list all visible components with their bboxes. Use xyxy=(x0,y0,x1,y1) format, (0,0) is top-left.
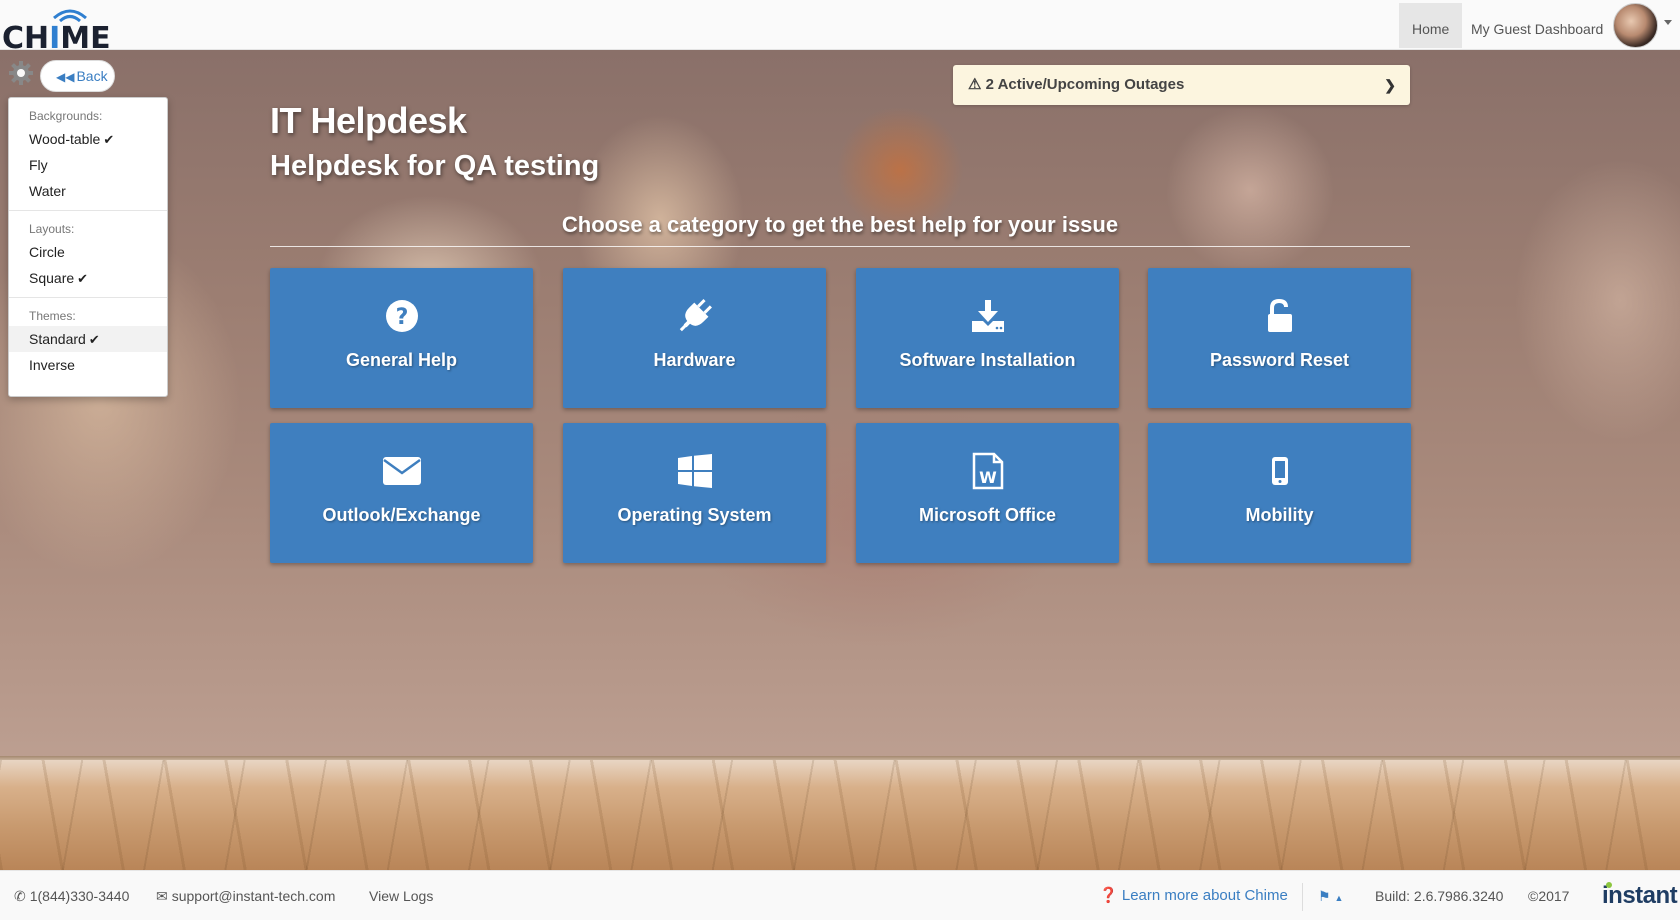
settings-dropdown-menu: Backgrounds: Wood-table ✔ Fly Water Layou… xyxy=(8,97,168,397)
tile-microsoft-office[interactable]: W Microsoft Office xyxy=(856,423,1119,563)
menu-item-circle[interactable]: Circle xyxy=(9,239,167,265)
tile-label: Hardware xyxy=(653,350,736,370)
mobile-phone-icon xyxy=(1271,457,1288,485)
caret-up-icon: ▲ xyxy=(1334,893,1344,903)
svg-text:W: W xyxy=(979,468,997,487)
copyright: ©2017 xyxy=(1528,888,1570,904)
menu-item-fly[interactable]: Fly xyxy=(9,152,167,178)
checkmark-icon: ✔ xyxy=(88,332,100,347)
backward-icon: ◀◀ xyxy=(56,70,75,84)
checkmark-icon: ✔ xyxy=(77,271,89,286)
tile-hardware[interactable]: Hardware xyxy=(563,268,826,408)
footer-divider xyxy=(1302,883,1303,911)
question-circle-icon: ? xyxy=(385,300,418,332)
download-icon xyxy=(971,300,1004,332)
tile-label: Software Installation xyxy=(899,350,1076,370)
windows-icon xyxy=(677,454,712,488)
menu-item-inverse[interactable]: Inverse xyxy=(9,352,167,378)
outages-banner[interactable]: ⚠ 2 Active/Upcoming Outages ❯ xyxy=(953,65,1410,105)
tile-operating-system[interactable]: Operating System xyxy=(563,423,826,563)
footer: ✆ 1(844)330-3440 ✉ support@instant-tech.co… xyxy=(0,870,1680,920)
warning-icon: ⚠ xyxy=(968,76,982,93)
chime-logo[interactable]: CHIME xyxy=(2,6,111,56)
build-version: Build: 2.6.7986.3240 xyxy=(1375,888,1504,904)
menu-divider xyxy=(9,297,167,298)
envelope-icon xyxy=(382,457,421,485)
footer-phone: ✆ 1(844)330-3440 xyxy=(14,888,130,904)
tile-label: Password Reset xyxy=(1209,350,1350,370)
tile-label: General Help xyxy=(345,350,458,370)
menu-item-wood-table[interactable]: Wood-table ✔ xyxy=(9,126,167,152)
menu-divider xyxy=(9,210,167,211)
nav-home[interactable]: Home xyxy=(1399,3,1463,48)
svg-text:?: ? xyxy=(395,305,408,330)
plug-icon xyxy=(679,299,712,332)
top-navbar: CHIME Home My Guest Dashboard xyxy=(0,0,1680,56)
tile-label: Operating System xyxy=(617,505,772,525)
backgrounds-header: Backgrounds: xyxy=(29,109,103,123)
question-circle-icon: ❓ xyxy=(1099,887,1118,904)
flag-icon: ⚑ xyxy=(1318,888,1331,904)
themes-header: Themes: xyxy=(29,309,76,323)
tile-label: Outlook/Exchange xyxy=(322,505,481,525)
page-title: IT Helpdesk xyxy=(270,100,467,141)
chevron-down-icon: ❯ xyxy=(1384,77,1396,93)
back-button[interactable]: ◀◀ Back xyxy=(40,60,115,92)
unlock-icon xyxy=(1267,298,1292,332)
instant-logo[interactable]: instant xyxy=(1602,871,1678,920)
gear-icon[interactable] xyxy=(8,60,34,86)
word-document-icon: W xyxy=(972,452,1003,490)
tile-label: Microsoft Office xyxy=(918,505,1056,525)
footer-email[interactable]: ✉ support@instant-tech.com xyxy=(156,871,335,920)
tile-label: Mobility xyxy=(1245,505,1314,525)
menu-item-water[interactable]: Water xyxy=(9,178,167,204)
tile-password-reset[interactable]: Password Reset xyxy=(1148,268,1411,408)
phone-icon: ✆ xyxy=(14,888,26,904)
tile-software-installation[interactable]: Software Installation xyxy=(856,268,1119,408)
checkmark-icon: ✔ xyxy=(103,132,115,147)
divider-line xyxy=(270,246,1410,247)
envelope-icon: ✉ xyxy=(156,888,168,904)
category-prompt: Choose a category to get the best help f… xyxy=(561,212,1119,237)
wood-table-background xyxy=(0,50,1680,870)
view-logs-link[interactable]: View Logs xyxy=(369,871,433,920)
layouts-header: Layouts: xyxy=(29,222,75,236)
user-avatar[interactable] xyxy=(1613,3,1658,48)
menu-item-standard[interactable]: Standard ✔ xyxy=(9,326,167,352)
menu-item-square[interactable]: Square ✔ xyxy=(9,265,167,291)
logo-dot xyxy=(1606,882,1612,888)
wood-table-surface xyxy=(0,760,1680,870)
learn-more-link[interactable]: ❓ Learn more about Chime xyxy=(1099,871,1288,920)
logo-text: CHIME xyxy=(2,21,111,56)
tile-outlook-exchange[interactable]: Outlook/Exchange xyxy=(270,423,533,563)
tile-mobility[interactable]: Mobility xyxy=(1148,423,1411,563)
language-selector[interactable]: ⚑ ▲ xyxy=(1318,871,1343,920)
nav-my-guest-dashboard[interactable]: My Guest Dashboard xyxy=(1458,3,1616,48)
caret-down-icon[interactable] xyxy=(1664,20,1672,25)
page-subtitle: Helpdesk for QA testing xyxy=(270,150,600,182)
tile-general-help[interactable]: ? General Help xyxy=(270,268,533,408)
